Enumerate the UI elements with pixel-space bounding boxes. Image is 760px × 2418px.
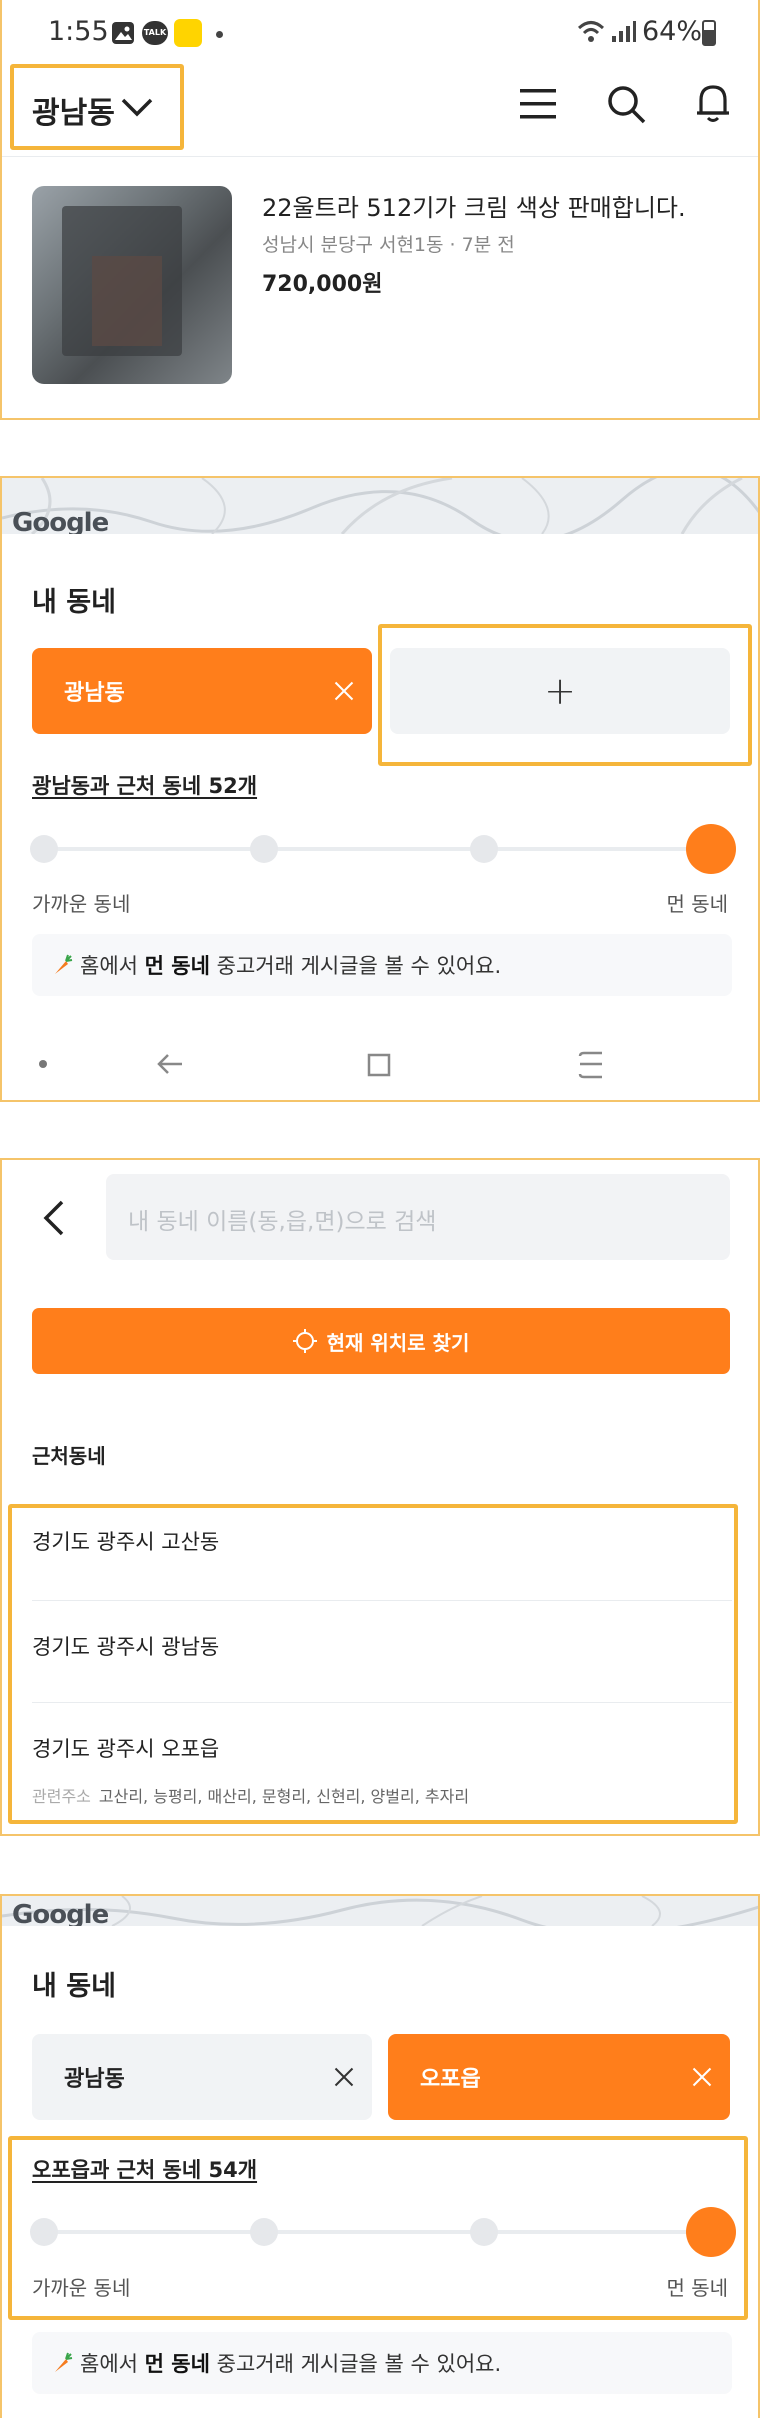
chip-label: 오포읍 xyxy=(420,2067,481,2092)
nav-dot-icon xyxy=(39,1060,47,1068)
slider-step-2[interactable] xyxy=(250,835,278,863)
search-input[interactable]: 내 동네 이름(동,읍,면)으로 검색 xyxy=(106,1174,730,1260)
close-icon[interactable] xyxy=(312,2034,372,2120)
info-tip: 홈에서 먼 동네 중고거래 게시글을 볼 수 있어요. xyxy=(32,934,732,996)
locate-label: 현재 위치로 찾기 xyxy=(326,1330,470,1355)
tip-suffix: 중고거래 게시글을 볼 수 있어요. xyxy=(216,954,502,978)
slider-step-1[interactable] xyxy=(30,835,58,863)
carrot-icon xyxy=(52,2352,74,2374)
neighborhood-chip-1[interactable]: 광남동 xyxy=(32,2034,372,2120)
tip-suffix: 중고거래 게시글을 볼 수 있어요. xyxy=(216,2352,502,2376)
tip-bold: 먼 동네 xyxy=(144,954,210,978)
tip-prefix: 홈에서 xyxy=(80,954,138,978)
search-icon[interactable] xyxy=(606,84,646,128)
notification-app-icon xyxy=(174,19,202,47)
wifi-icon xyxy=(576,18,606,48)
chip-label: 광남동 xyxy=(64,681,125,706)
listing-item[interactable]: 22울트라 512기가 크림 색상 판매합니다. 성남시 분당구 서현1동 · … xyxy=(2,170,758,390)
slider-track xyxy=(44,847,712,851)
neighborhood-chip-2-selected[interactable]: 오포읍 xyxy=(388,2034,730,2120)
listing-thumbnail xyxy=(32,186,232,384)
google-logo: Google xyxy=(12,508,109,534)
crosshair-icon xyxy=(292,1329,317,1353)
listing-title: 22울트라 512기가 크림 색상 판매합니다. xyxy=(262,194,686,222)
chip-label: 광남동 xyxy=(64,2067,125,2092)
range-highlight xyxy=(8,2136,748,2320)
results-highlight xyxy=(8,1504,738,1824)
neighborhood-chip-selected[interactable]: 광남동 xyxy=(32,648,372,734)
signal-icon xyxy=(610,20,636,48)
listing-price: 720,000원 xyxy=(262,272,383,297)
neighborhood-panel-2: Google 내 동네 광남동 오포읍 오포읍과 근처 동네 54개 가까운 동… xyxy=(0,1894,760,2418)
listing-meta: 성남시 분당구 서현1동 · 7분 전 xyxy=(262,234,515,256)
search-placeholder: 내 동네 이름(동,읍,면)으로 검색 xyxy=(128,1209,437,1235)
location-selector-highlight xyxy=(10,64,184,150)
google-logo: Google xyxy=(12,1900,109,1926)
info-tip: 홈에서 먼 동네 중고거래 게시글을 볼 수 있어요. xyxy=(32,2332,732,2394)
gallery-icon xyxy=(112,22,134,44)
close-icon[interactable] xyxy=(670,2034,730,2120)
close-icon[interactable] xyxy=(312,648,372,734)
more-notifications-icon xyxy=(216,31,223,38)
talk-icon: TALK xyxy=(142,21,168,45)
back-arrow-icon[interactable] xyxy=(42,1198,66,1242)
map-view[interactable]: Google xyxy=(2,1896,758,1926)
header-divider xyxy=(2,156,758,157)
section-title: 내 동네 xyxy=(32,587,116,618)
slider-step-3[interactable] xyxy=(470,835,498,863)
home-nav-icon[interactable] xyxy=(366,1052,392,1082)
nearby-header: 근처동네 xyxy=(32,1444,106,1468)
locate-me-button[interactable]: 현재 위치로 찾기 xyxy=(32,1308,730,1374)
tip-prefix: 홈에서 xyxy=(80,2352,138,2376)
status-time: 1:55 xyxy=(48,16,109,47)
map-view[interactable]: Google xyxy=(2,478,758,534)
battery-icon xyxy=(702,20,716,46)
slider-knob[interactable] xyxy=(686,824,736,874)
search-screen-panel: 내 동네 이름(동,읍,면)으로 검색 현재 위치로 찾기 근처동네 경기도 광… xyxy=(0,1158,760,1836)
add-button-highlight xyxy=(378,624,752,766)
neighborhood-panel-1: Google 내 동네 광남동 + 광남동과 근처 동네 52개 가까운 동네 … xyxy=(0,476,760,1102)
tip-bold: 먼 동네 xyxy=(144,2352,210,2376)
bell-icon[interactable] xyxy=(695,82,731,128)
menu-icon[interactable] xyxy=(520,87,556,125)
near-label: 가까운 동네 xyxy=(32,892,131,916)
battery-percent: 64% xyxy=(642,16,703,47)
far-label: 먼 동네 xyxy=(666,892,728,916)
range-label: 광남동과 근처 동네 52개 xyxy=(32,774,258,798)
status-bar: 1:55 TALK 64% xyxy=(2,0,758,66)
carrot-icon xyxy=(52,954,74,976)
recents-icon[interactable] xyxy=(576,1050,606,1084)
home-screen-panel: 1:55 TALK 64% 광남동 22울트라 512기가 크림 색상 판매합니… xyxy=(0,0,760,420)
back-icon[interactable] xyxy=(156,1052,184,1080)
section-title: 내 동네 xyxy=(32,1971,116,2002)
